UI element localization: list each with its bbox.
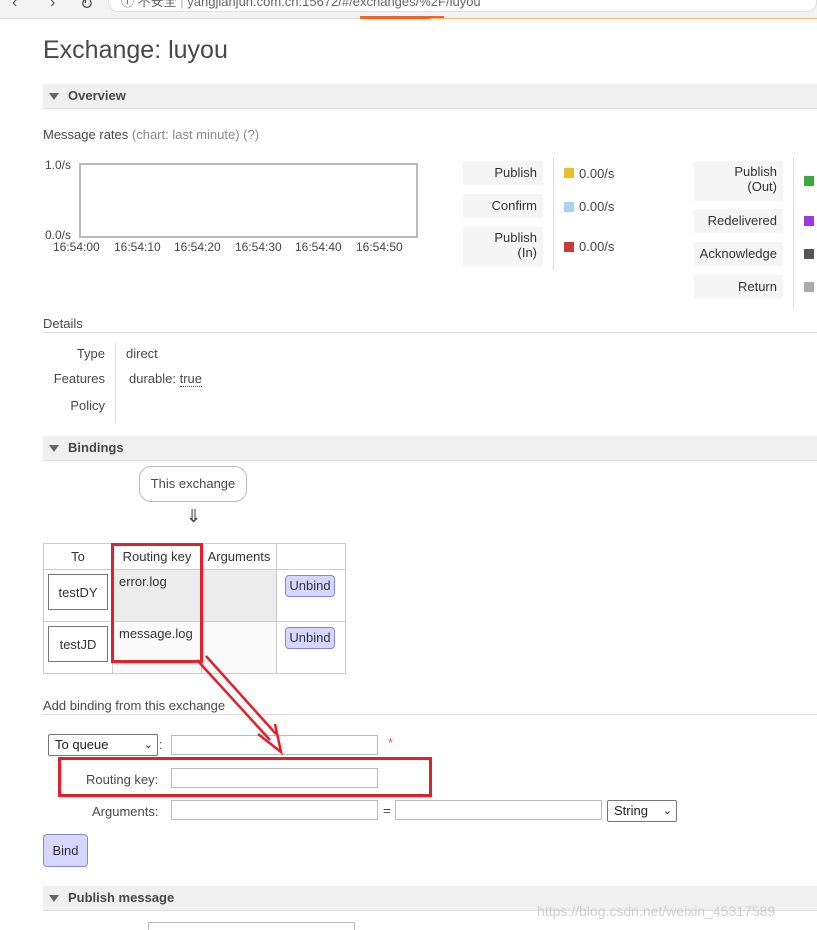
- publish-field-input[interactable]: [148, 922, 355, 930]
- publish-heading: Publish message: [68, 890, 175, 905]
- annotation-arrow-icon: [196, 655, 283, 756]
- watermark: https://blog.csdn.net/weixin_45317589: [537, 903, 776, 919]
- collapse-triangle-icon: [49, 895, 59, 902]
